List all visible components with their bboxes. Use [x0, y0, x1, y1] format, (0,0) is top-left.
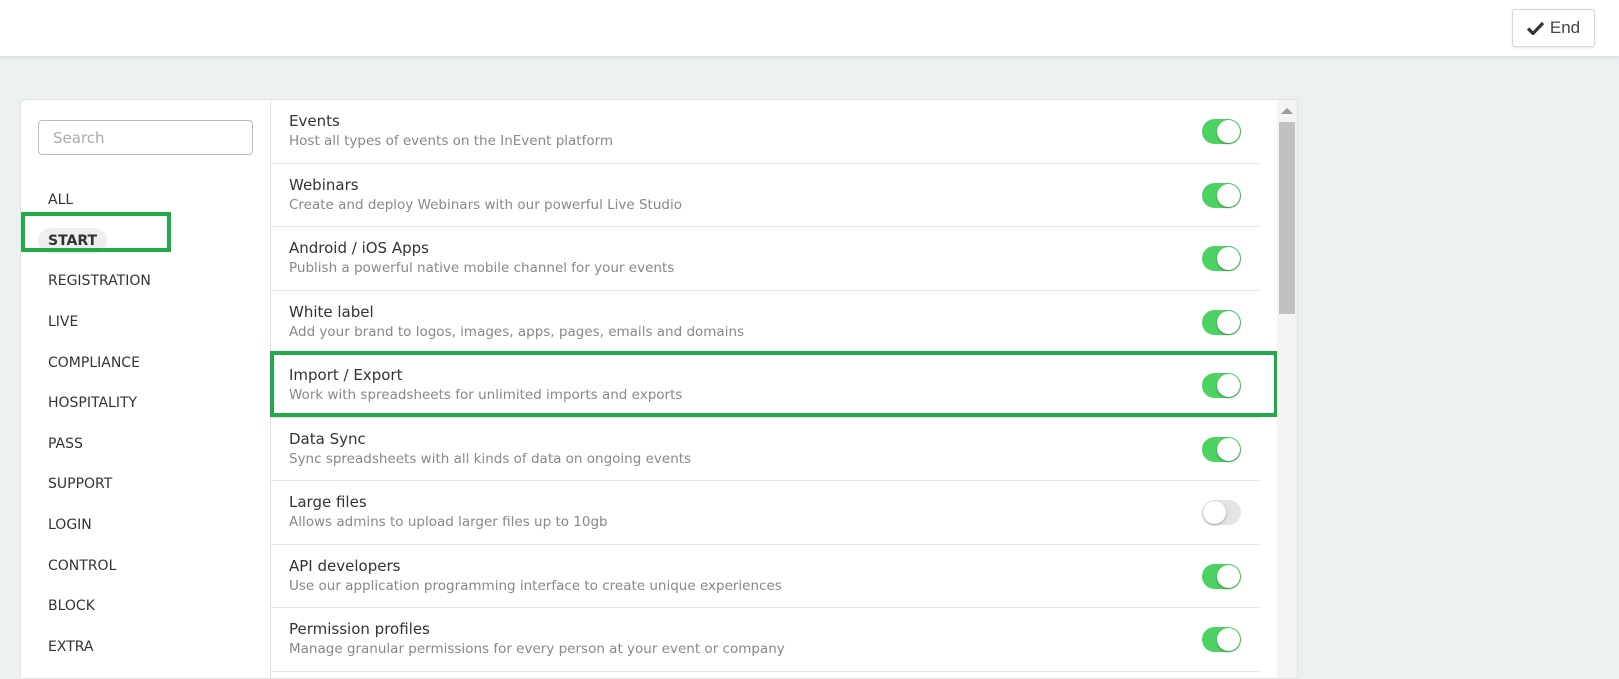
sidebar-item-registration[interactable]: REGISTRATION	[38, 261, 161, 302]
feature-row: Events Host all types of events on the I…	[271, 100, 1259, 164]
sidebar-item-label: CONTROL	[48, 557, 117, 574]
sidebar-item-block[interactable]: BLOCK	[38, 586, 161, 627]
feature-description: Sync spreadsheets with all kinds of data…	[289, 450, 692, 467]
sidebar-item-label: HOSPITALITY	[48, 395, 138, 412]
features-panel: ALLSTARTREGISTRATIONLIVECOMPLIANCEHOSPIT…	[20, 99, 1298, 679]
end-button[interactable]: End	[1512, 9, 1595, 47]
feature-toggle[interactable]	[1202, 246, 1241, 271]
scrollbar-thumb[interactable]	[1279, 122, 1295, 314]
sidebar-item-login[interactable]: LOGIN	[38, 505, 161, 546]
feature-title: Webinars	[289, 175, 359, 194]
sidebar-item-compliance[interactable]: COMPLIANCE	[38, 342, 161, 383]
search-input[interactable]	[38, 120, 253, 155]
feature-row: Large files Allows admins to upload larg…	[271, 481, 1259, 545]
feature-title: API developers	[289, 556, 401, 575]
feature-title: Large files	[289, 493, 367, 511]
feature-row: Android / iOS Apps Publish a powerful na…	[271, 227, 1259, 291]
scroll-up-icon[interactable]	[1281, 108, 1293, 114]
sidebar-item-label: LOGIN	[48, 517, 92, 534]
feature-description: Use our application programming interfac…	[289, 577, 782, 594]
sidebar-item-support[interactable]: SUPPORT	[38, 464, 161, 505]
sidebar-item-label: EXTRA	[48, 638, 94, 655]
feature-title: White label	[289, 302, 374, 321]
category-nav: ALL START REGISTRATION LIVE COMPLIANCE HOSPIT…	[38, 180, 161, 667]
feature-toggle[interactable]	[1202, 563, 1241, 589]
sidebar-item-label: COMPLIANCE	[48, 354, 140, 371]
feature-description: Add your brand to logos, images, apps, p…	[289, 323, 745, 340]
feature-toggle[interactable]	[1202, 119, 1241, 144]
feature-row: API developers Use our application progr…	[271, 545, 1259, 608]
end-label: End	[1549, 18, 1581, 37]
sidebar-item-extra[interactable]: EXTRA	[38, 627, 161, 668]
feature-title: Android / iOS Apps	[289, 239, 429, 257]
feature-row: Webinars Create and deploy Webinars with…	[271, 164, 1259, 227]
sidebar-item-label: ALL	[48, 192, 74, 209]
feature-toggle[interactable]	[1202, 500, 1241, 525]
sidebar-item-label: SUPPORT	[48, 476, 113, 493]
top-bar: End	[0, 0, 1619, 56]
check-icon	[1526, 21, 1544, 35]
feature-toggle[interactable]	[1202, 309, 1241, 335]
sidebar-item-pass[interactable]: PASS	[38, 424, 161, 465]
sidebar-item-label: PASS	[48, 435, 83, 452]
feature-title: Data Sync	[289, 429, 366, 448]
sidebar-item-label: REGISTRATION	[48, 273, 151, 290]
sidebar-item-live[interactable]: LIVE	[38, 302, 161, 343]
feature-toggle[interactable]	[1202, 627, 1241, 652]
feature-description: Manage granular permissions for every pe…	[289, 641, 785, 657]
sidebar-item-label: LIVE	[48, 314, 79, 331]
sidebar-item-label: BLOCK	[48, 598, 95, 615]
category-sidebar: ALLSTARTREGISTRATIONLIVECOMPLIANCEHOSPIT…	[21, 100, 271, 678]
feature-title: Events	[289, 112, 340, 130]
feature-title: Permission profiles	[289, 620, 430, 638]
highlight-import-export	[270, 351, 1278, 417]
sidebar-item-hospitality[interactable]: HOSPITALITY	[38, 383, 161, 424]
feature-row: White label Add your brand to logos, ima…	[271, 291, 1259, 354]
feature-description: Publish a powerful native mobile channel…	[289, 260, 675, 276]
feature-description: Host all types of events on the InEvent …	[289, 133, 614, 149]
highlight-start	[21, 212, 171, 252]
feature-description: Create and deploy Webinars with our powe…	[289, 196, 682, 213]
sidebar-item-control[interactable]: CONTROL	[38, 545, 161, 586]
feature-description: Allows admins to upload larger files up …	[289, 514, 608, 530]
feature-row: Data Sync Sync spreadsheets with all kin…	[271, 418, 1259, 481]
scrollbar[interactable]	[1277, 100, 1297, 678]
feature-toggle[interactable]	[1202, 436, 1241, 462]
feature-toggle[interactable]	[1202, 182, 1241, 208]
feature-row: Permission profiles Manage granular perm…	[271, 608, 1259, 672]
